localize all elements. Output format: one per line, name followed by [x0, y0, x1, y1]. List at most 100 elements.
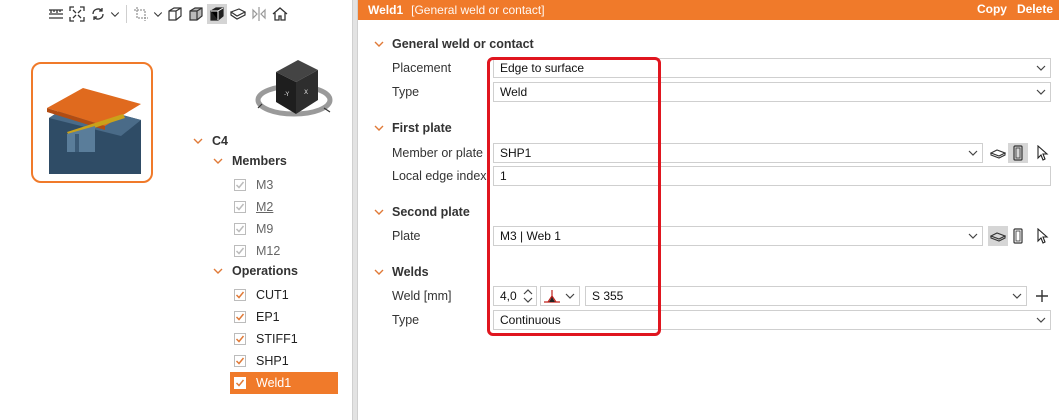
weld-size-value: 4,0: [500, 289, 517, 303]
tree-item-label: CUT1: [256, 288, 289, 302]
tree-item-ep1[interactable]: EP1: [234, 306, 280, 328]
placement-label: Placement: [392, 61, 452, 75]
chevron-down-icon: [1036, 317, 1046, 323]
member-or-plate-label: Member or plate: [392, 146, 484, 160]
section-title: Welds: [392, 265, 429, 279]
weld-size-stepper[interactable]: 4,0: [493, 286, 537, 306]
fit-view-icon[interactable]: [67, 4, 87, 24]
checkbox[interactable]: [234, 201, 246, 213]
section-first-plate[interactable]: First plate: [374, 119, 452, 137]
chevron-down-icon[interactable]: [212, 265, 224, 277]
left-pane: -Y X C4 Members M3 M2 M9 M12 Operations …: [0, 0, 352, 420]
tree-node-operations[interactable]: Operations: [212, 260, 298, 282]
chevron-down-icon: [1036, 89, 1046, 95]
checkbox[interactable]: [234, 333, 246, 345]
tree-item-label: M3: [256, 178, 274, 192]
properties-pane: Weld1 [General weld or contact] Copy Del…: [358, 0, 1059, 420]
svg-text:-Y: -Y: [284, 91, 289, 98]
checkbox[interactable]: [234, 245, 246, 257]
pick-cursor-icon[interactable]: [1032, 143, 1052, 163]
delete-button[interactable]: Delete: [1017, 2, 1053, 16]
solid-cube-icon[interactable]: [207, 4, 227, 24]
checkbox[interactable]: [234, 223, 246, 235]
section-second-plate[interactable]: Second plate: [374, 203, 470, 221]
plate-value: M3 | Web 1: [500, 229, 561, 243]
checkbox[interactable]: [234, 289, 246, 301]
navigation-cube[interactable]: -Y X: [254, 58, 342, 120]
type-label: Type: [392, 85, 420, 99]
add-material-icon[interactable]: [1032, 286, 1052, 306]
tree-item-cut1[interactable]: CUT1: [234, 284, 289, 306]
tree-node-members[interactable]: Members: [212, 150, 287, 172]
checkbox[interactable]: [234, 179, 246, 191]
section-welds[interactable]: Welds: [374, 263, 429, 281]
tree-item-m12[interactable]: M12: [234, 240, 280, 262]
stepper-arrows-icon[interactable]: [523, 289, 533, 303]
tree-item-weld1[interactable]: Weld1: [230, 372, 338, 394]
chevron-down-icon[interactable]: [109, 4, 121, 24]
chevron-down-icon: [1012, 293, 1022, 299]
plate-face-icon[interactable]: [1008, 226, 1028, 246]
copy-button[interactable]: Copy: [977, 2, 1007, 16]
section-title: General weld or contact: [392, 37, 534, 51]
placement-select[interactable]: Edge to surface: [493, 58, 1051, 78]
type-value: Weld: [500, 85, 528, 99]
weld-material-value: S 355: [592, 289, 624, 303]
tree-item-label: EP1: [256, 310, 280, 324]
view-toolbar: [46, 4, 291, 24]
tree-node-label: Members: [232, 154, 287, 168]
weld-material-select[interactable]: S 355: [585, 286, 1027, 306]
chevron-down-icon[interactable]: [374, 39, 386, 49]
weld-continuity-select[interactable]: Continuous: [493, 310, 1051, 330]
section-title: Second plate: [392, 205, 470, 219]
tree-node-label: Operations: [232, 264, 298, 278]
crop-icon[interactable]: [131, 4, 151, 24]
placement-value: Edge to surface: [500, 61, 585, 75]
section-general[interactable]: General weld or contact: [374, 35, 534, 53]
symmetry-icon[interactable]: [249, 4, 269, 24]
tree-node-c4[interactable]: C4: [192, 130, 228, 152]
connection-thumbnail[interactable]: [31, 62, 153, 183]
tree-item-label: M12: [256, 244, 281, 258]
local-edge-index-label: Local edge index: [392, 169, 487, 183]
tree-item-label: M9: [256, 222, 274, 236]
tree-item-m2[interactable]: M2: [234, 196, 273, 218]
member-or-plate-value: SHP1: [500, 146, 532, 160]
chevron-down-icon[interactable]: [374, 207, 386, 217]
weld-type-select[interactable]: [540, 286, 580, 306]
checkbox[interactable]: [234, 311, 246, 323]
plate-edge-icon[interactable]: [988, 143, 1008, 163]
svg-text:X: X: [304, 89, 308, 96]
tree-item-label: M2: [256, 200, 274, 214]
chevron-down-icon[interactable]: [152, 4, 164, 24]
tree-item-m3[interactable]: M3: [234, 174, 273, 196]
wireframe-cube-icon[interactable]: [165, 4, 185, 24]
plate-face-icon[interactable]: [1008, 143, 1028, 163]
weld-preview-image: [47, 88, 141, 174]
tree-item-label: Weld1: [256, 376, 292, 390]
chevron-down-icon[interactable]: [374, 267, 386, 277]
rotate-icon[interactable]: [88, 4, 108, 24]
tree-item-stiff1[interactable]: STIFF1: [234, 328, 298, 350]
plate-label: Plate: [392, 229, 421, 243]
ruler-icon[interactable]: [46, 4, 66, 24]
weld-type-label: Type: [392, 313, 420, 327]
type-select[interactable]: Weld: [493, 82, 1051, 102]
chevron-down-icon[interactable]: [212, 155, 224, 167]
operation-title: Weld1: [368, 3, 404, 17]
local-edge-index-input[interactable]: 1: [493, 166, 1051, 186]
shaded-cube-icon[interactable]: [186, 4, 206, 24]
tree-item-shp1[interactable]: SHP1: [234, 350, 289, 372]
toolbar-separator: [126, 5, 127, 23]
pick-cursor-icon[interactable]: [1032, 226, 1052, 246]
plate-select[interactable]: M3 | Web 1: [493, 226, 983, 246]
tree-item-m9[interactable]: M9: [234, 218, 273, 240]
checkbox[interactable]: [234, 355, 246, 367]
plate-edge-icon[interactable]: [988, 226, 1008, 246]
home-icon[interactable]: [270, 4, 290, 24]
plate-view-icon[interactable]: [228, 4, 248, 24]
checkbox[interactable]: [234, 377, 246, 389]
member-or-plate-select[interactable]: SHP1: [493, 143, 983, 163]
chevron-down-icon[interactable]: [192, 135, 204, 147]
chevron-down-icon[interactable]: [374, 123, 386, 133]
